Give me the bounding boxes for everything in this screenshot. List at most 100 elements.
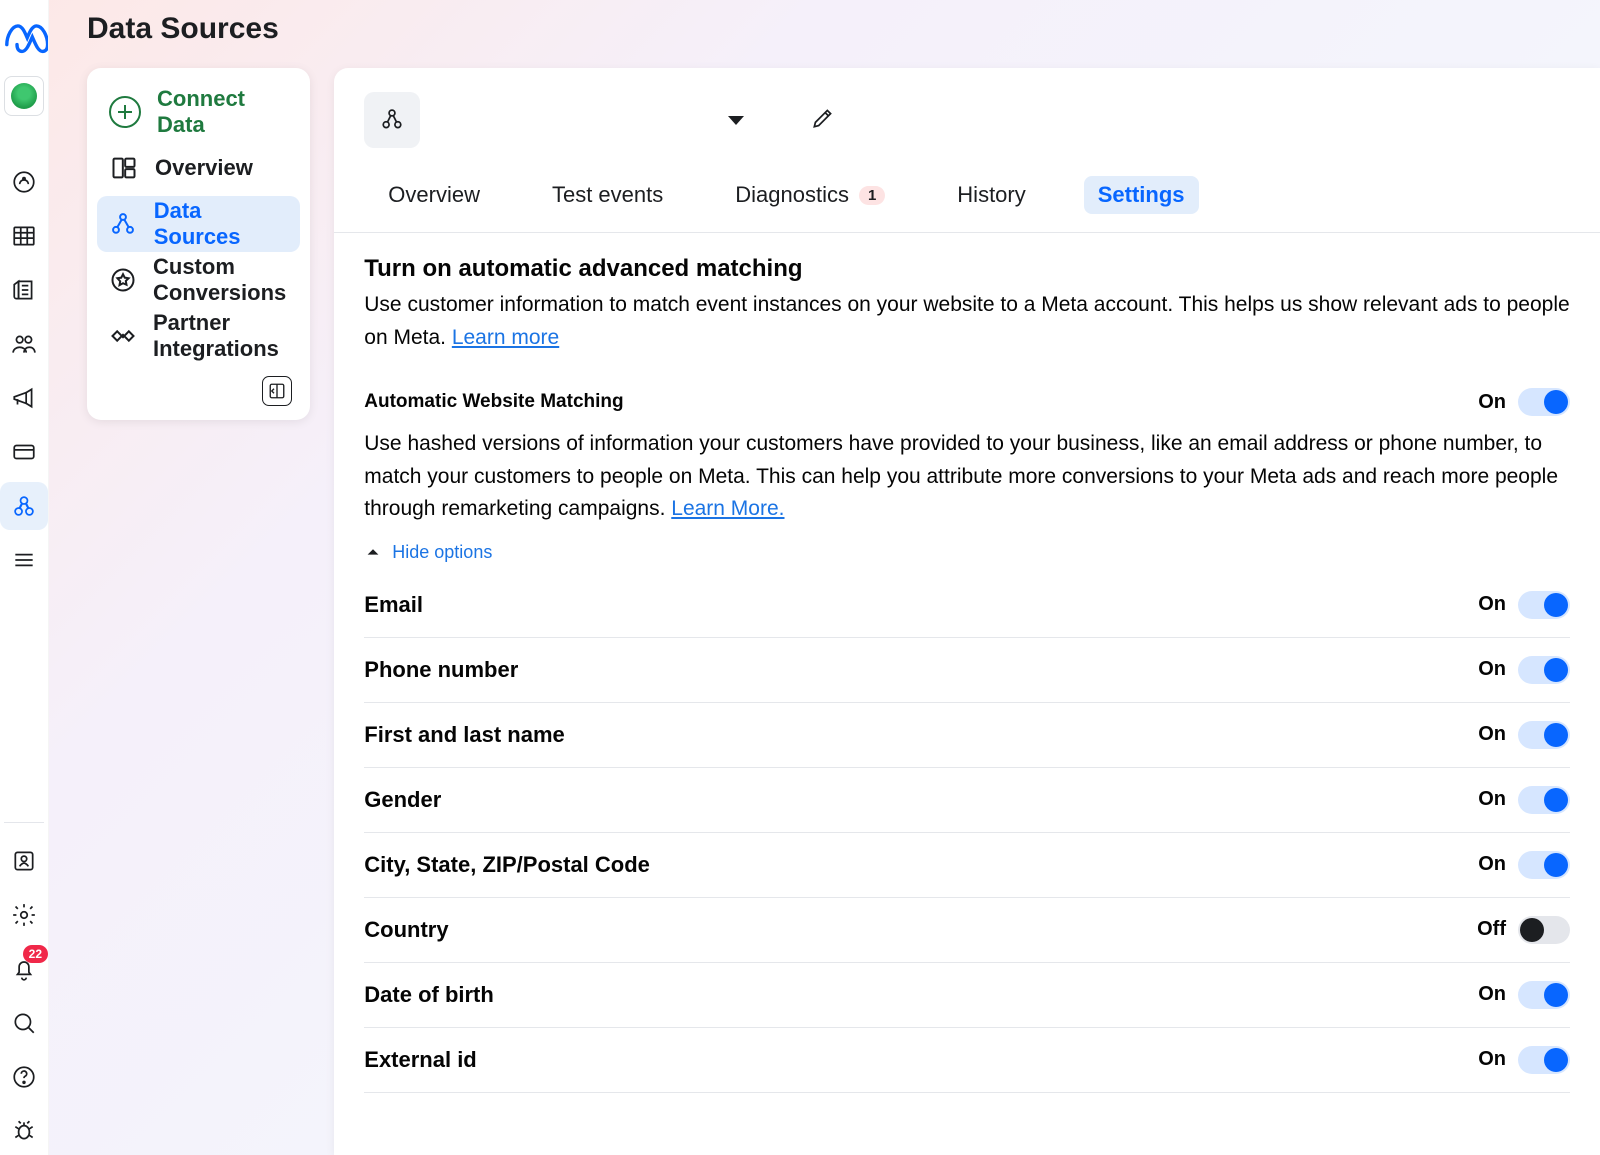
sidebar-item-overview[interactable]: Overview: [97, 140, 300, 196]
sidebar-item-label: Custom Conversions: [153, 254, 288, 306]
option-row: Gender On: [364, 768, 1570, 833]
options-list: EmailOnPhone numberOnFirst and last name…: [364, 573, 1570, 1093]
sidebar-item-custom-conversions[interactable]: Custom Conversions: [97, 252, 300, 308]
option-toggle[interactable]: [1518, 851, 1570, 879]
option-toggle-label: On: [1478, 723, 1506, 746]
option-label: External id: [364, 1047, 476, 1073]
matching-toggle[interactable]: [1518, 388, 1570, 416]
option-label: City, State, ZIP/Postal Code: [364, 852, 650, 878]
option-label: Gender: [364, 787, 441, 813]
tab-label: Overview: [388, 182, 480, 208]
sidebar-item-data-sources[interactable]: Data Sources: [97, 196, 300, 252]
option-row: Email On: [364, 573, 1570, 638]
sidebar-card: Connect Data Overview Data Sources Custo…: [87, 68, 310, 420]
tab-test-events[interactable]: Test events: [538, 176, 677, 214]
option-label: Date of birth: [364, 982, 494, 1008]
tab-diagnostics[interactable]: Diagnostics 1: [721, 176, 899, 214]
tab-label: Settings: [1098, 182, 1185, 208]
rail-bug-icon[interactable]: [0, 1107, 48, 1155]
rail-news-icon[interactable]: [0, 266, 48, 314]
sidebar-item-label: Connect Data: [157, 86, 288, 138]
rail-contact-icon[interactable]: [0, 837, 48, 885]
option-row: City, State, ZIP/Postal Code On: [364, 833, 1570, 898]
overview-icon: [109, 153, 139, 183]
rail-menu-icon[interactable]: [0, 536, 48, 584]
option-toggle[interactable]: [1518, 721, 1570, 749]
option-label: First and last name: [364, 722, 565, 748]
option-toggle-label: On: [1478, 1048, 1506, 1071]
rail-table-icon[interactable]: [0, 212, 48, 260]
tab-overview[interactable]: Overview: [374, 176, 494, 214]
tab-label: Diagnostics: [735, 182, 849, 208]
left-rail: 22: [0, 0, 49, 1155]
option-toggle[interactable]: [1518, 1046, 1570, 1074]
edit-button[interactable]: [810, 105, 836, 136]
option-toggle[interactable]: [1518, 981, 1570, 1009]
option-label: Phone number: [364, 657, 518, 683]
star-circle-icon: [109, 265, 137, 295]
rail-search-icon[interactable]: [0, 999, 48, 1047]
learn-more-link[interactable]: Learn more: [452, 326, 559, 349]
rail-users-icon[interactable]: [0, 320, 48, 368]
settings-content: Turn on automatic advanced matching Use …: [334, 233, 1600, 1155]
notification-badge: 22: [23, 945, 48, 963]
option-toggle[interactable]: [1518, 656, 1570, 684]
tabs: Overview Test events Diagnostics 1 Histor…: [334, 148, 1600, 232]
rail-card-icon[interactable]: [0, 428, 48, 476]
chevron-up-icon: [364, 543, 382, 561]
sidebar-item-connect-data[interactable]: Connect Data: [97, 84, 300, 140]
tab-history[interactable]: History: [943, 176, 1039, 214]
option-toggle-label: On: [1478, 593, 1506, 616]
option-toggle[interactable]: [1518, 591, 1570, 619]
account-avatar[interactable]: [4, 76, 44, 116]
rail-settings-icon[interactable]: [0, 891, 48, 939]
option-toggle-label: On: [1478, 788, 1506, 811]
tab-label: Test events: [552, 182, 663, 208]
learn-more-link-2[interactable]: Learn More.: [671, 497, 784, 520]
sidebar-item-label: Data Sources: [154, 198, 289, 250]
matching-toggle-label: On: [1478, 391, 1506, 414]
section-title: Turn on automatic advanced matching: [364, 255, 1570, 283]
dropdown-caret[interactable]: [728, 116, 744, 125]
option-row: External id On: [364, 1028, 1570, 1093]
sidebar-item-partner-integrations[interactable]: Partner Integrations: [97, 308, 300, 364]
collapse-sidebar-button[interactable]: [262, 376, 292, 406]
sidebar-item-label: Partner Integrations: [153, 310, 288, 362]
option-toggle-label: Off: [1477, 918, 1506, 941]
option-label: Email: [364, 592, 423, 618]
option-row: Phone number On: [364, 638, 1570, 703]
hide-options-label: Hide options: [392, 542, 492, 563]
pixel-selector-button[interactable]: [364, 92, 420, 148]
rail-dashboard-icon[interactable]: [0, 158, 48, 206]
matching-description: Use hashed versions of information your …: [364, 428, 1570, 526]
main-panel: Overview Test events Diagnostics 1 Histor…: [334, 68, 1600, 1155]
rail-megaphone-icon[interactable]: [0, 374, 48, 422]
chevron-down-icon: [728, 116, 744, 125]
option-label: Country: [364, 917, 448, 943]
rail-notifications-icon[interactable]: 22: [0, 945, 48, 993]
hide-options-toggle[interactable]: Hide options: [364, 542, 1570, 563]
tab-settings[interactable]: Settings: [1084, 176, 1199, 214]
section-subtitle: Use customer information to match event …: [364, 289, 1570, 354]
option-row: First and last name On: [364, 703, 1570, 768]
panel-toolbar: [334, 68, 1600, 148]
tab-label: History: [957, 182, 1025, 208]
meta-logo-icon[interactable]: [0, 14, 48, 62]
page: Data Sources Connect Data Overview Data …: [49, 0, 1600, 1155]
pencil-icon: [810, 105, 836, 131]
matching-subhead: Automatic Website Matching: [364, 391, 623, 413]
option-row: Country Off: [364, 898, 1570, 963]
rail-help-icon[interactable]: [0, 1053, 48, 1101]
option-toggle[interactable]: [1518, 786, 1570, 814]
handshake-icon: [109, 321, 137, 351]
option-toggle-label: On: [1478, 658, 1506, 681]
rail-events-icon[interactable]: [0, 482, 48, 530]
plus-circle-icon: [109, 96, 141, 128]
option-toggle[interactable]: [1518, 916, 1570, 944]
data-sources-icon: [109, 209, 138, 239]
tab-count-badge: 1: [859, 186, 885, 205]
page-title: Data Sources: [49, 0, 1600, 68]
option-toggle-label: On: [1478, 983, 1506, 1006]
option-toggle-label: On: [1478, 853, 1506, 876]
option-row: Date of birth On: [364, 963, 1570, 1028]
